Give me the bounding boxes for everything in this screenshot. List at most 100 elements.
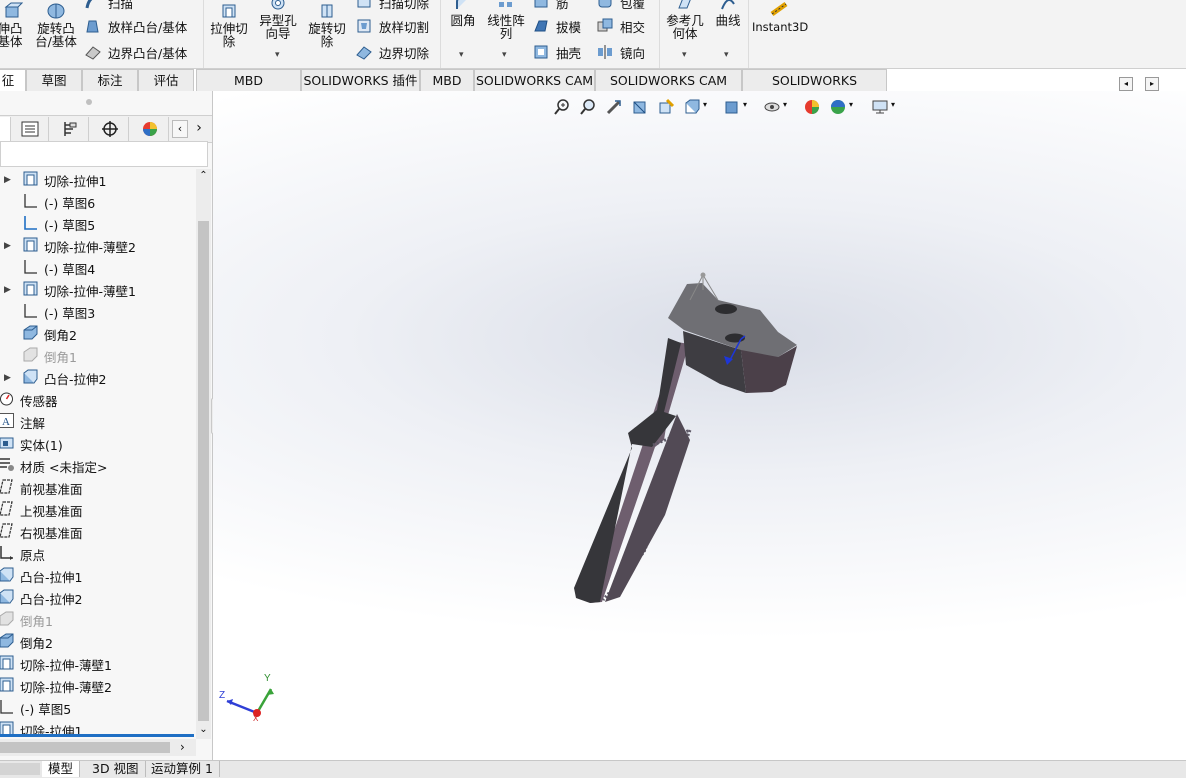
scroll-thumb[interactable] bbox=[198, 221, 209, 721]
bottom-nav-icon[interactable] bbox=[0, 763, 40, 775]
tab-evaluate[interactable]: 评估 bbox=[138, 69, 194, 91]
expand-arrow-icon[interactable]: ▶ bbox=[4, 373, 11, 383]
scroll-down-icon[interactable]: ⌄ bbox=[196, 723, 211, 737]
tab-mbd-dimensions[interactable]: MBD Dimensions bbox=[196, 69, 301, 109]
instant3d-button[interactable]: Instant3D bbox=[752, 0, 808, 34]
panel-collapse-right-icon[interactable]: ▸ bbox=[1145, 77, 1159, 91]
panel-collapse-left-icon[interactable]: ◂ bbox=[1119, 77, 1133, 91]
feature-tree-item[interactable]: 上视基准面 bbox=[0, 499, 83, 521]
revolve-boss-button[interactable]: 旋转凸 台/基体 bbox=[32, 2, 80, 48]
feature-tree-item[interactable]: 实体(1) bbox=[0, 433, 63, 455]
tab-solidworks-inspection[interactable]: SOLIDWORKS Inspection bbox=[742, 69, 887, 109]
expand-arrow-icon[interactable]: ▶ bbox=[4, 285, 11, 295]
feature-tree-item[interactable]: (-) 草图6 bbox=[22, 191, 95, 213]
loft-boss-button[interactable]: 放样凸台/基体 bbox=[84, 16, 187, 36]
feature-tree-item[interactable]: 倒角1 bbox=[22, 345, 77, 367]
hole-wizard-dropdown-icon[interactable]: ▾ bbox=[275, 50, 280, 60]
feature-tree-item[interactable]: 右视基准面 bbox=[0, 521, 83, 543]
rib-button[interactable]: 筋 bbox=[532, 0, 569, 12]
configuration-manager-tab[interactable] bbox=[52, 117, 89, 141]
tab-sketch[interactable]: 草图 bbox=[26, 69, 82, 91]
panel-splitter-handle[interactable] bbox=[86, 99, 92, 105]
scroll-up-icon[interactable]: ⌃ bbox=[196, 169, 211, 183]
tab-markup[interactable]: 标注 bbox=[82, 69, 138, 91]
feature-tree-item[interactable]: ▶ 切除-拉伸-薄壁1 bbox=[4, 279, 136, 301]
expand-arrow-icon[interactable]: ▶ bbox=[4, 175, 11, 185]
fillet-icon bbox=[456, 0, 466, 9]
tab-features[interactable]: 征 bbox=[0, 69, 26, 91]
feature-tree-item[interactable]: (-) 草图4 bbox=[22, 257, 95, 279]
display-manager-tab[interactable] bbox=[132, 117, 169, 141]
tabs-scroll-left-icon[interactable]: ‹ bbox=[172, 120, 188, 138]
reference-geometry-dropdown-icon[interactable]: ▾ bbox=[682, 50, 687, 60]
mirror-button[interactable]: 镜向 bbox=[596, 42, 645, 62]
intersect-button[interactable]: 相交 bbox=[596, 16, 645, 36]
tree-horizontal-scrollbar[interactable]: › bbox=[0, 739, 196, 756]
feature-tree-item[interactable]: ▶ 切除-拉伸1 bbox=[4, 169, 107, 191]
tab-model[interactable]: 模型 bbox=[42, 761, 81, 777]
fillet-button[interactable]: 圆角 bbox=[444, 0, 482, 27]
feature-tree-item[interactable]: 倒角2 bbox=[22, 323, 77, 345]
tab-3d-views[interactable]: 3D 视图 bbox=[86, 761, 146, 777]
feature-filter-input[interactable] bbox=[0, 141, 208, 167]
feature-tree-item[interactable]: ▶ 凸台-拉伸2 bbox=[4, 367, 106, 389]
lofted-cut-button[interactable]: 放样切割 bbox=[355, 16, 429, 36]
shell-button[interactable]: 抽壳 bbox=[532, 42, 581, 62]
feature-tree-item[interactable]: 倒角1 bbox=[0, 609, 53, 631]
hscroll-thumb[interactable] bbox=[0, 742, 170, 753]
feature-tree-item[interactable]: (-) 草图5 bbox=[22, 213, 95, 235]
boss-extrude-button[interactable]: 伸凸 基体 bbox=[0, 2, 26, 48]
linear-pattern-button[interactable]: 线性阵 列 bbox=[484, 0, 528, 40]
feature-tree-item-label: 切除-拉伸1 bbox=[44, 173, 107, 189]
shell-label: 抽壳 bbox=[556, 45, 582, 61]
feature-tree-item[interactable]: 凸台-拉伸2 bbox=[0, 587, 82, 609]
curves-button[interactable]: 曲线 bbox=[711, 0, 745, 27]
feature-tree-item[interactable]: (-) 草图3 bbox=[22, 301, 95, 323]
feature-tree-item[interactable]: 切除-拉伸-薄壁2 bbox=[0, 675, 112, 697]
reference-geometry-button[interactable]: 参考几 何体 bbox=[662, 0, 708, 40]
feature-tree-item[interactable]: 传感器 bbox=[0, 389, 58, 411]
property-manager-tab[interactable] bbox=[12, 117, 49, 141]
swept-cut-button[interactable]: 扫描切除 bbox=[355, 0, 429, 12]
rib-icon bbox=[534, 0, 548, 8]
feature-manager-tab[interactable] bbox=[0, 117, 11, 141]
graphics-viewport[interactable]: ▾ ▾ ▾ ▾ ▾ Y Z X bbox=[213, 91, 1186, 760]
tab-solidworks-cam-tbm[interactable]: SOLIDWORKS CAM TBM bbox=[595, 69, 742, 109]
fillet-dropdown-icon[interactable]: ▾ bbox=[459, 50, 464, 60]
tabs-scroll-right-icon[interactable]: › bbox=[192, 120, 206, 136]
draft-button[interactable]: 拔模 bbox=[532, 16, 581, 36]
hole-wizard-button[interactable]: 异型孔 向导 bbox=[256, 0, 300, 40]
feature-tree-item[interactable]: 前视基准面 bbox=[0, 477, 83, 499]
revolve-cut-button[interactable]: 旋转切 除 bbox=[304, 2, 350, 48]
feature-tree-item[interactable]: 切除-拉伸-薄壁1 bbox=[0, 653, 112, 675]
triad-y-label: Y bbox=[264, 673, 271, 684]
tab-solidworks-cam[interactable]: SOLIDWORKS CAM bbox=[474, 69, 595, 91]
curves-dropdown-icon[interactable]: ▾ bbox=[724, 50, 729, 60]
feature-tree-item[interactable]: A 注解 bbox=[0, 411, 45, 433]
loft-boss-icon bbox=[86, 20, 99, 33]
lofted-cut-label: 放样切割 bbox=[379, 19, 430, 35]
feature-tree-item[interactable]: ▶ 切除-拉伸-薄壁2 bbox=[4, 235, 136, 257]
expand-arrow-icon[interactable]: ▶ bbox=[4, 241, 11, 251]
feature-tree-item[interactable]: (-) 草图5 bbox=[0, 697, 71, 719]
sweep-button[interactable]: 扫描 bbox=[84, 0, 133, 12]
tab-mbd[interactable]: MBD bbox=[420, 69, 474, 91]
wrap-button[interactable]: 包覆 bbox=[596, 0, 645, 12]
extrude-cut-button[interactable]: 拉伸切 除 bbox=[207, 2, 251, 48]
feature-tree-item[interactable]: 凸台-拉伸1 bbox=[0, 565, 82, 587]
feature-tree: ▶ 切除-拉伸1 (-) 草图6 (-) 草图5 ▶ 切除-拉伸-薄壁2 (-) 草图4 ▶ 切… bbox=[0, 169, 196, 737]
feature-tree-item[interactable]: 原点 bbox=[0, 543, 45, 565]
feature-tree-item[interactable]: 材质 <未指定> bbox=[0, 455, 107, 477]
dimxpert-manager-tab[interactable] bbox=[92, 117, 129, 141]
tree-vertical-scrollbar[interactable]: ⌃ ⌄ bbox=[196, 169, 211, 739]
feature-tree-item[interactable]: 倒角2 bbox=[0, 631, 53, 653]
sweep-label: 扫描 bbox=[108, 0, 134, 11]
tab-solidworks-addins[interactable]: SOLIDWORKS 插件 bbox=[301, 69, 420, 91]
hscroll-right-icon[interactable]: › bbox=[180, 739, 185, 755]
boundary-cut-button[interactable]: 边界切除 bbox=[355, 42, 429, 62]
tab-motion-study-1[interactable]: 运动算例 1 bbox=[145, 761, 220, 777]
curves-icon bbox=[721, 0, 735, 10]
linear-pattern-dropdown-icon[interactable]: ▾ bbox=[502, 50, 507, 60]
boundary-boss-button[interactable]: 边界凸台/基体 bbox=[84, 42, 187, 62]
part-model[interactable] bbox=[213, 91, 1186, 760]
